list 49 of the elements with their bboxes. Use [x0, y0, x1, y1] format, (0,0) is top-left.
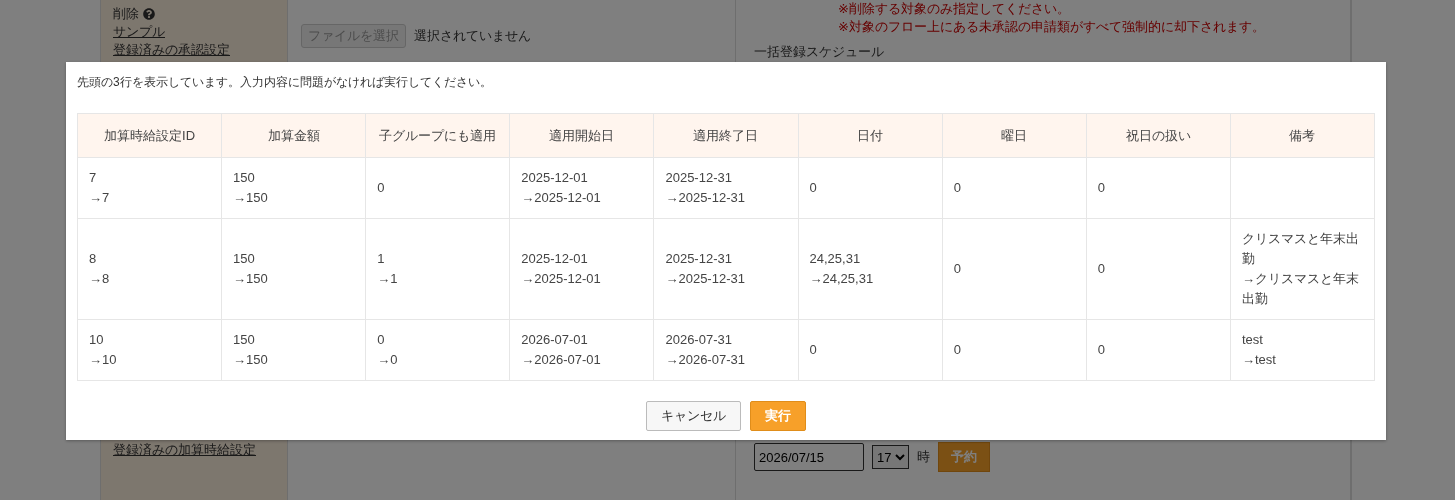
table-cell: 0 — [798, 319, 943, 381]
link[interactable]: 登録済みの加算時給設定 — [113, 441, 256, 459]
table-cell: 0 — [365, 157, 510, 219]
column-header: 祝日の扱い — [1086, 113, 1231, 158]
table-cell: 24,25,31 →24,25,31 — [798, 218, 943, 320]
table-cell: 2025-12-01 →2025-12-01 — [509, 218, 654, 320]
column-header: 適用終了日 — [653, 113, 799, 158]
table-cell: 2025-12-31 →2025-12-31 — [653, 157, 799, 219]
warning-note: ※対象のフロー上にある未承認の申請類がすべて強制的に却下されます。 — [838, 18, 1266, 36]
table-cell: 150 →150 — [221, 157, 366, 219]
table-cell: クリスマスと年末出勤 →クリスマスと年末出勤 — [1230, 218, 1375, 320]
column-header: 曜日 — [942, 113, 1087, 158]
warning-note: ※削除する対象のみ指定してください。 — [838, 0, 1071, 18]
column-header: 加算時給設定ID — [77, 113, 222, 158]
delete-label: 削除 — [113, 5, 277, 23]
column-header: 備考 — [1230, 113, 1375, 158]
table-cell: 1 →1 — [365, 218, 510, 320]
table-cell: 2025-12-01 →2025-12-01 — [509, 157, 654, 219]
table-cell: 0 — [942, 319, 1087, 381]
file-status: 選択されていません — [414, 27, 531, 45]
column-header: 子グループにも適用 — [365, 113, 510, 158]
table-cell: 10 →10 — [77, 319, 222, 381]
execute-button[interactable]: 実行 — [750, 401, 806, 431]
table-cell: 2026-07-31 →2026-07-31 — [653, 319, 799, 381]
table-cell: 0 — [1086, 157, 1231, 219]
table-cell: 2026-07-01 →2026-07-01 — [509, 319, 654, 381]
link[interactable]: サンプル — [113, 23, 165, 41]
column-header: 加算金額 — [221, 113, 366, 158]
hour-select[interactable]: 17 — [872, 445, 909, 469]
table-cell: 0 — [942, 157, 1087, 219]
table-cell: 0 — [798, 157, 943, 219]
column-header: 適用開始日 — [509, 113, 654, 158]
table-cell: 7 →7 — [77, 157, 222, 219]
date-field[interactable]: 2026/07/15 — [754, 443, 864, 471]
table-cell: 0 — [1086, 319, 1231, 381]
table-cell: 0 — [942, 218, 1087, 320]
table-cell: 8 →8 — [77, 218, 222, 320]
column-header: 日付 — [798, 113, 943, 158]
table-cell: 0 →0 — [365, 319, 510, 381]
table-cell: 150 →150 — [221, 319, 366, 381]
table-cell: 150 →150 — [221, 218, 366, 320]
table-cell: 2025-12-31 →2025-12-31 — [653, 218, 799, 320]
cancel-button[interactable]: キャンセル — [646, 401, 741, 431]
link[interactable]: 登録済みの承認設定 — [113, 41, 230, 59]
dialog-message: 先頭の3行を表示しています。入力内容に問題がなければ実行してください。 — [77, 74, 493, 91]
help-icon[interactable] — [143, 8, 155, 20]
table-cell: 0 — [1086, 218, 1231, 320]
table-cell: test →test — [1230, 319, 1375, 381]
hour-label: 時 — [917, 448, 930, 466]
